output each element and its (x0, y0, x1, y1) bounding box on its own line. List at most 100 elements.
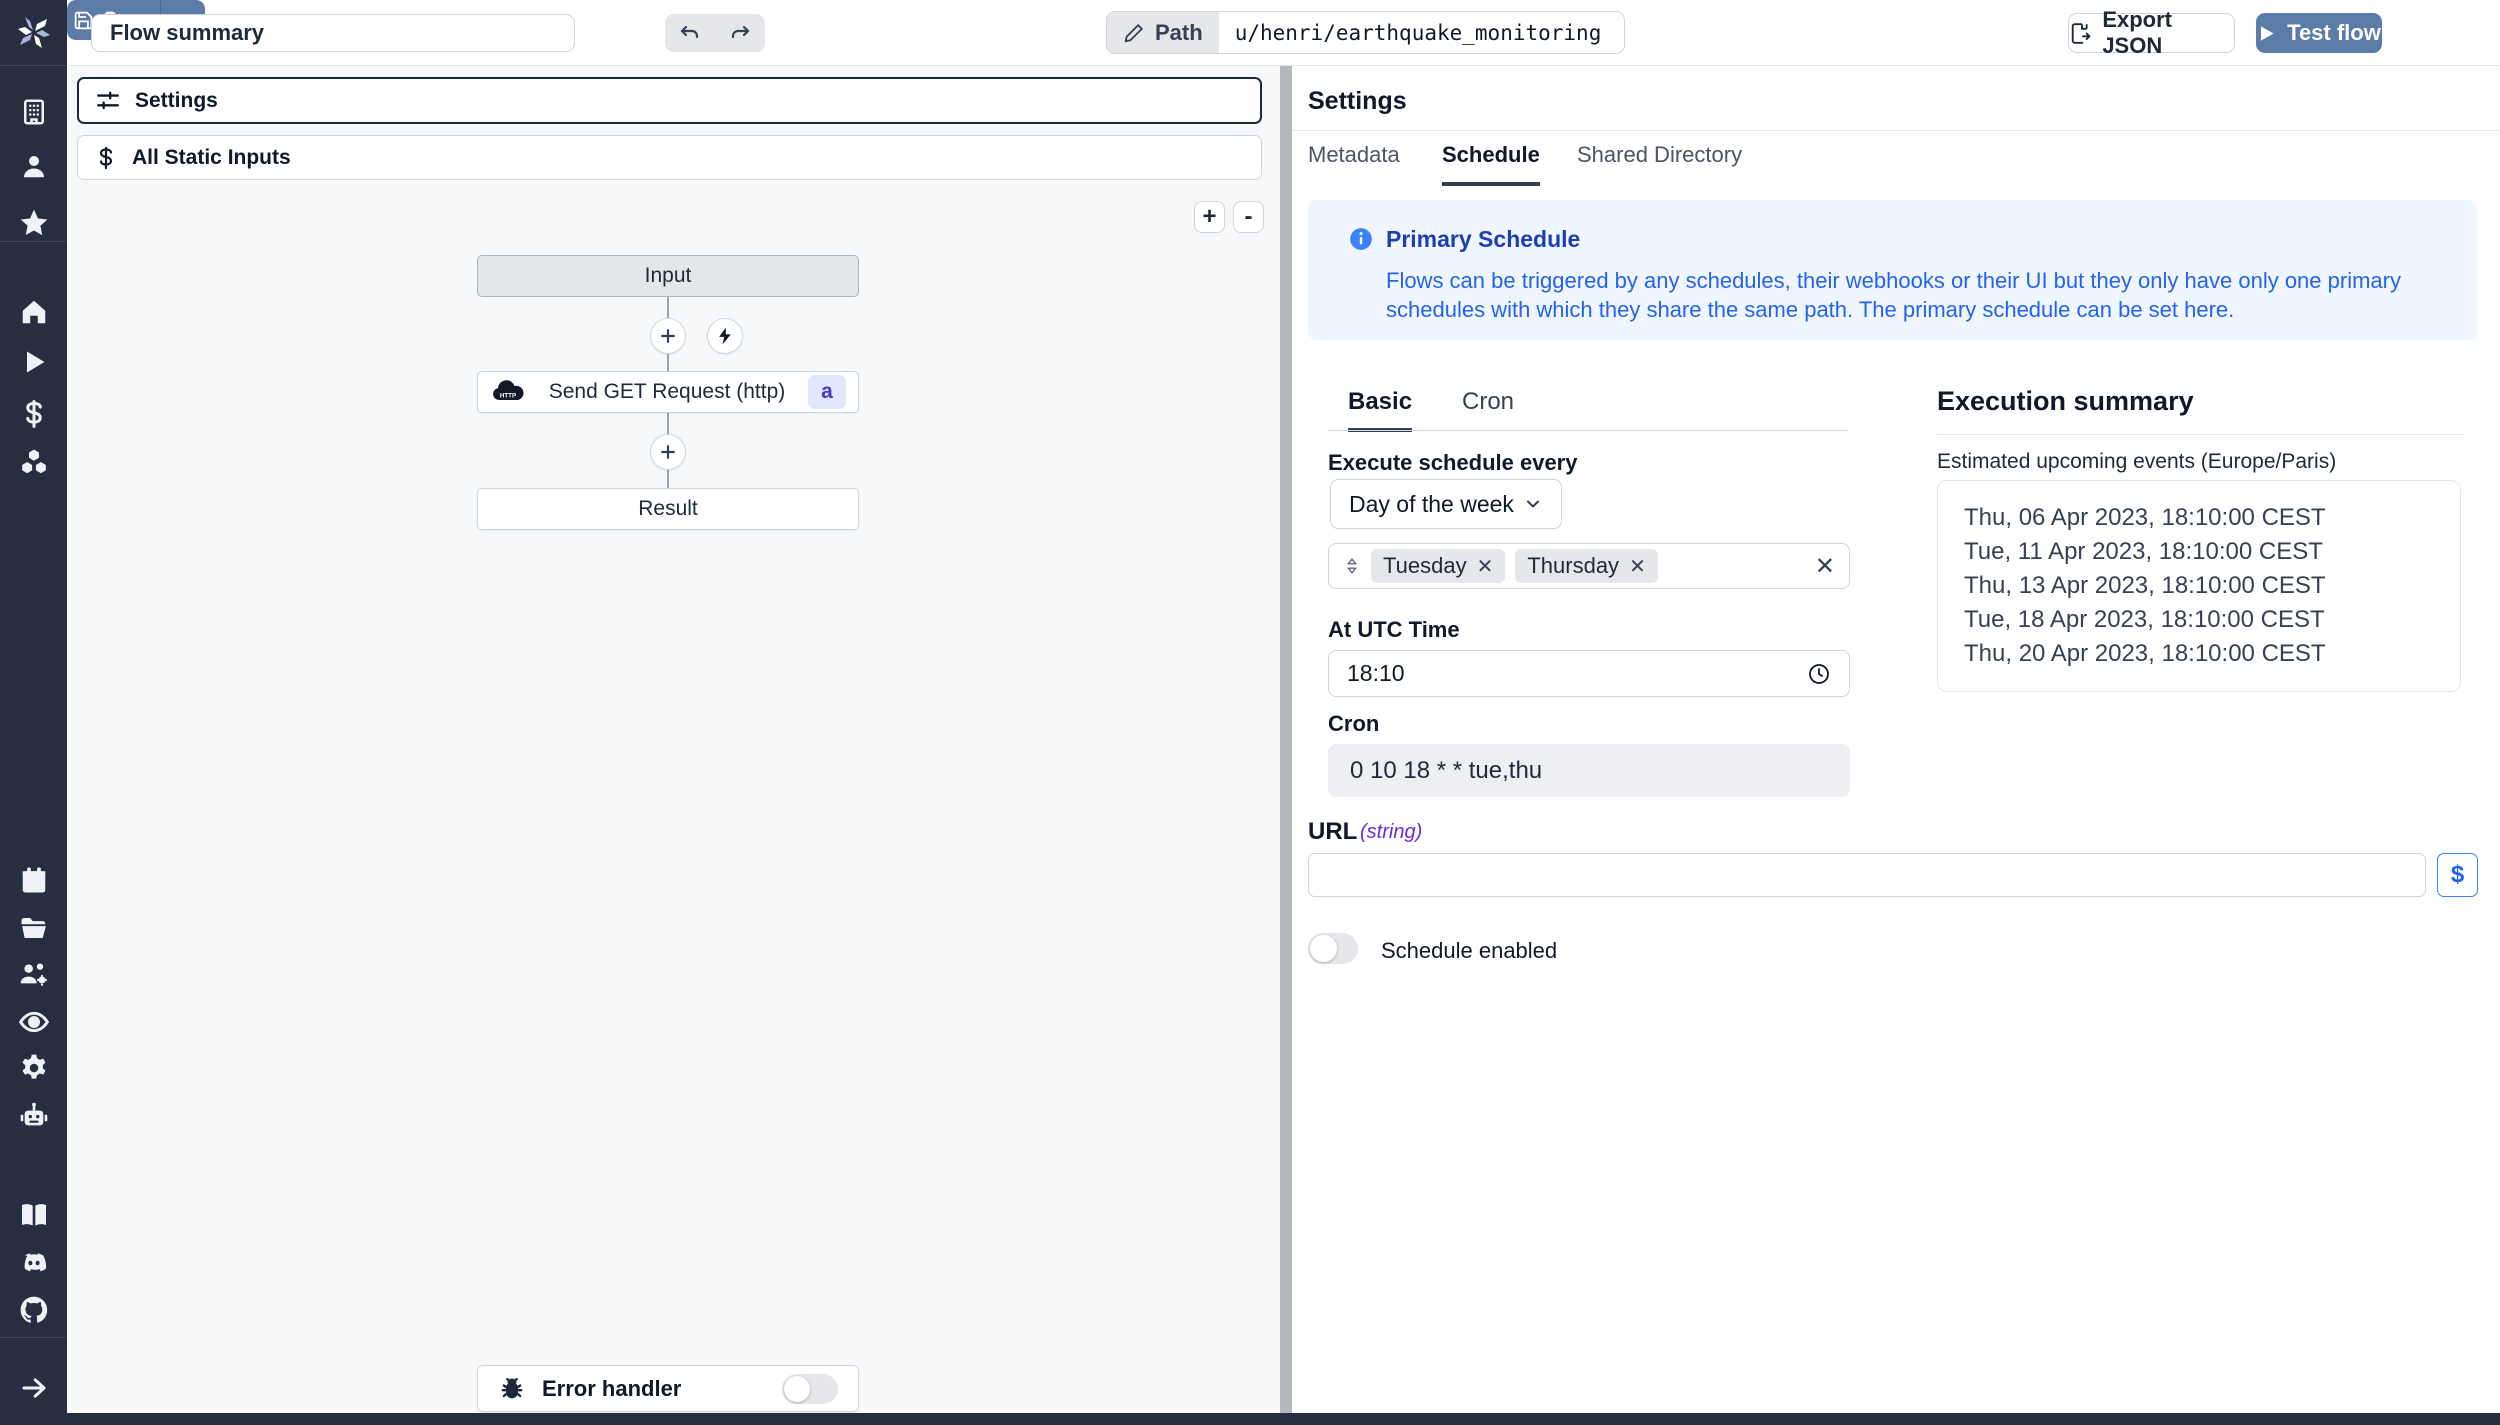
resources-boxes-icon[interactable] (0, 438, 67, 486)
upcoming-event: Thu, 13 Apr 2023, 18:10:00 CEST (1964, 572, 2326, 599)
file-export-icon (2071, 22, 2091, 44)
bottom-edge-strip (0, 1413, 2500, 1425)
redo-button[interactable] (718, 16, 762, 50)
execute-schedule-label: Execute schedule every (1328, 450, 1578, 475)
url-type-hint: (string) (1360, 821, 1423, 843)
upcoming-event: Tue, 11 Apr 2023, 18:10:00 CEST (1964, 538, 2323, 565)
flow-node-result[interactable]: Result (477, 488, 859, 530)
path-edit-button[interactable]: Path (1107, 12, 1219, 53)
tab-basic[interactable]: Basic (1348, 388, 1413, 432)
workers-users-gear-icon[interactable] (0, 950, 67, 998)
day-chip-tuesday: Tuesday ✕ (1371, 549, 1506, 583)
all-static-inputs-item[interactable]: All Static Inputs (77, 135, 1262, 180)
discord-icon[interactable] (0, 1239, 67, 1287)
execution-summary-title: Execution summary (1937, 386, 2194, 416)
frequency-select[interactable]: Day of the week (1330, 479, 1562, 529)
url-input[interactable] (1308, 853, 2426, 897)
divider (1937, 434, 2464, 435)
add-step-button-2[interactable] (650, 434, 686, 470)
clear-days-icon[interactable]: ✕ (1815, 552, 1835, 581)
dollar-icon (99, 146, 113, 169)
export-json-label: Export JSON (2102, 7, 2172, 58)
undo-button[interactable] (668, 16, 712, 50)
path-label: Path (1155, 19, 1203, 45)
audit-eye-icon[interactable] (0, 998, 67, 1046)
url-label: URL (1308, 818, 1358, 845)
execution-summary-subtitle: Estimated upcoming events (Europe/Paris) (1937, 450, 2337, 473)
flow-node-input-label: Input (644, 264, 692, 287)
time-input[interactable]: 18:10 (1328, 650, 1850, 697)
user-icon[interactable] (0, 142, 67, 190)
settings-gear-icon[interactable] (0, 1044, 67, 1092)
github-icon[interactable] (0, 1286, 67, 1334)
info-icon (1350, 228, 1372, 250)
upcoming-event: Thu, 20 Apr 2023, 18:10:00 CEST (1964, 640, 2326, 667)
add-step-button-1[interactable] (650, 318, 686, 354)
windmill-flow-editor: Path u/henri/earthquake_monitoring Expor… (0, 0, 2500, 1425)
flow-node-http[interactable]: HTTP Send GET Request (http) a (477, 371, 859, 413)
path-field-group: Path u/henri/earthquake_monitoring (1106, 11, 1625, 54)
flow-settings-item[interactable]: Settings (77, 77, 1262, 124)
cron-expression-field[interactable]: 0 10 18 * * tue,thu (1328, 744, 1850, 797)
utc-time-label: At UTC Time (1328, 617, 1460, 642)
flow-node-input[interactable]: Input (477, 255, 859, 297)
error-handler-toggle[interactable] (782, 1373, 838, 1404)
zoom-out-button[interactable]: - (1233, 201, 1264, 233)
sliders-icon (97, 91, 119, 109)
cron-value: 0 10 18 * * tue,thu (1350, 756, 1543, 784)
topbar: Path u/henri/earthquake_monitoring Expor… (67, 0, 2500, 66)
panel-splitter[interactable] (1280, 66, 1292, 1413)
tab-schedule[interactable]: Schedule (1442, 142, 1540, 186)
cron-label: Cron (1328, 711, 1380, 736)
undo-redo-group (665, 14, 765, 52)
workspace-icon[interactable] (0, 88, 67, 136)
windmill-logo-icon[interactable] (0, 0, 67, 66)
upcoming-event: Tue, 18 Apr 2023, 18:10:00 CEST (1964, 606, 2325, 633)
frequency-value: Day of the week (1349, 490, 1514, 517)
path-value[interactable]: u/henri/earthquake_monitoring (1219, 12, 1618, 53)
tab-shared-directory[interactable]: Shared Directory (1577, 142, 1742, 182)
trigger-button[interactable] (707, 318, 743, 354)
flow-canvas-panel: Settings All Static Inputs + - Input HTT… (67, 66, 1280, 1413)
remove-tuesday-icon[interactable]: ✕ (1477, 554, 1494, 579)
settings-panel: Settings Metadata Schedule Shared Direct… (1292, 66, 2500, 1413)
error-handler-node[interactable]: Error handler (477, 1365, 859, 1412)
remove-thursday-icon[interactable]: ✕ (1629, 554, 1646, 579)
schedule-enabled-toggle[interactable] (1308, 933, 1358, 964)
url-dollar-button[interactable]: $ (2437, 853, 2478, 897)
svg-text:HTTP: HTTP (500, 393, 516, 400)
folders-icon[interactable] (0, 904, 67, 952)
sidebar (0, 0, 67, 1425)
plus-icon (661, 329, 675, 343)
flow-summary-input[interactable] (91, 14, 575, 52)
unfold-handle-icon (1347, 558, 1357, 574)
zoom-in-button[interactable]: + (1194, 201, 1225, 233)
ai-robot-icon[interactable] (0, 1092, 67, 1140)
docs-book-icon[interactable] (0, 1191, 67, 1239)
runs-play-icon[interactable] (0, 338, 67, 386)
variables-dollar-icon[interactable] (0, 390, 67, 438)
infobox-body: Flows can be triggered by any schedules,… (1386, 268, 2401, 322)
divider (1328, 430, 1848, 431)
flow-settings-label: Settings (135, 88, 218, 112)
pencil-icon (1124, 23, 1144, 42)
favorites-star-icon[interactable] (0, 199, 67, 247)
day-chip-label: Thursday (1527, 553, 1620, 578)
flow-node-http-label: Send GET Request (http) (548, 380, 786, 403)
days-multiselect[interactable]: Tuesday ✕ Thursday ✕ ✕ (1328, 543, 1850, 589)
flow-node-result-label: Result (638, 497, 698, 520)
all-static-inputs-label: All Static Inputs (132, 145, 291, 169)
play-icon (2261, 25, 2274, 41)
collapse-arrow-icon[interactable] (0, 1364, 67, 1412)
test-flow-button[interactable]: Test flow (2256, 13, 2382, 53)
export-json-button[interactable]: Export JSON (2068, 7, 2235, 58)
bug-icon (501, 1377, 523, 1398)
day-chip-thursday: Thursday ✕ (1515, 549, 1658, 583)
error-handler-label: Error handler (542, 1375, 682, 1401)
tab-cron[interactable]: Cron (1462, 388, 1514, 428)
home-icon[interactable] (0, 288, 67, 336)
tab-metadata[interactable]: Metadata (1308, 142, 1400, 182)
http-node-id-badge[interactable]: a (808, 375, 846, 409)
day-chip-label: Tuesday (1383, 553, 1467, 578)
schedules-calendar-icon[interactable] (0, 856, 67, 904)
